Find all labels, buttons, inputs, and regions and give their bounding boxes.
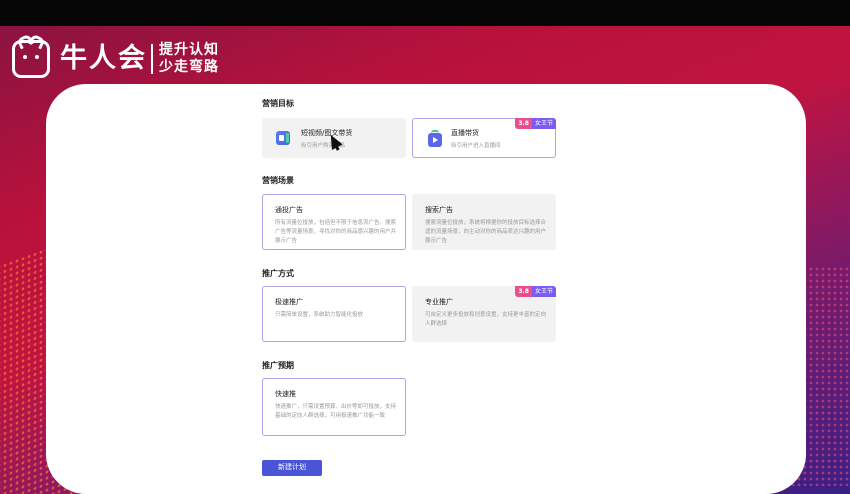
- brand-divider: [151, 44, 153, 74]
- section-title-method: 推广方式: [262, 269, 294, 278]
- card-title: 通投广告: [275, 206, 303, 214]
- card-pro-promo[interactable]: 专业推广 可自定义更多投放和创意设置，支持更丰富的定向人群选择 3.8 女王节: [412, 286, 556, 342]
- live-icon: [428, 130, 442, 147]
- slogan-line-1: 提升认知: [159, 42, 219, 58]
- top-black-bar: [0, 0, 850, 26]
- card-general-ads[interactable]: 通投广告 所有流量位投放，包括但不限于信息流广告、搜索广告等流量场景，寻找对你的…: [262, 194, 406, 250]
- card-desc: 搜索流量位投放，系统将根据你的投放目标选择合适的流量场景，向主动对你的商品表达兴…: [425, 220, 547, 244]
- promo-badge: 3.8 女王节: [515, 118, 556, 129]
- card-desc: 只需简单设置，系统助力智能化投放: [275, 312, 364, 318]
- card-express-promo[interactable]: 极速推广 只需简单设置，系统助力智能化投放: [262, 286, 406, 342]
- card-desc: 可自定义更多投放和创意设置，支持更丰富的定向人群选择: [425, 312, 547, 327]
- brand-name: 牛人会: [60, 43, 147, 74]
- video-icon: [276, 131, 290, 145]
- brand-header: 牛人会 提升认知 少走弯路: [12, 40, 219, 78]
- card-live-stream[interactable]: 直播带货 吸引用户进入直播间 3.8 女王节: [412, 118, 556, 158]
- create-plan-button[interactable]: 新建计划: [262, 460, 322, 476]
- card-title: 专业推广: [425, 298, 453, 306]
- campaign-panel: 营销目标 短视频/图文带货 吸引用户购买商品 直播带货 吸引用户进入直播间 3.…: [46, 84, 806, 494]
- card-desc: 所有流量位投放，包括但不限于信息流广告、搜索广告等流量场景，寻找对你的商品感兴趣…: [275, 220, 397, 244]
- card-title: 极速推广: [275, 298, 303, 306]
- card-quick-push[interactable]: 快速推 快速推广，只需设置预算、出价等即可投放，支持基础的定向人群选择，可用极速…: [262, 378, 406, 436]
- section-title-budget: 推广预期: [262, 361, 294, 370]
- card-desc: 吸引用户进入直播间: [451, 143, 501, 149]
- promo-badge: 3.8 女王节: [515, 286, 556, 297]
- slogan-line-2: 少走弯路: [159, 59, 219, 75]
- card-title: 搜索广告: [425, 206, 453, 214]
- card-search-ads[interactable]: 搜索广告 搜索流量位投放，系统将根据你的投放目标选择合适的流量场景，向主动对你的…: [412, 194, 556, 250]
- section-title-scene: 营销场景: [262, 176, 294, 185]
- card-desc: 快速推广，只需设置预算、出价等即可投放，支持基础的定向人群选择，可用极速推广功能…: [275, 404, 397, 419]
- card-title: 快速推: [275, 390, 296, 398]
- card-title: 直播带货: [451, 129, 479, 137]
- section-title-goal: 营销目标: [262, 99, 294, 108]
- brand-slogan: 提升认知 少走弯路: [159, 42, 219, 76]
- cow-logo-icon: [12, 40, 50, 78]
